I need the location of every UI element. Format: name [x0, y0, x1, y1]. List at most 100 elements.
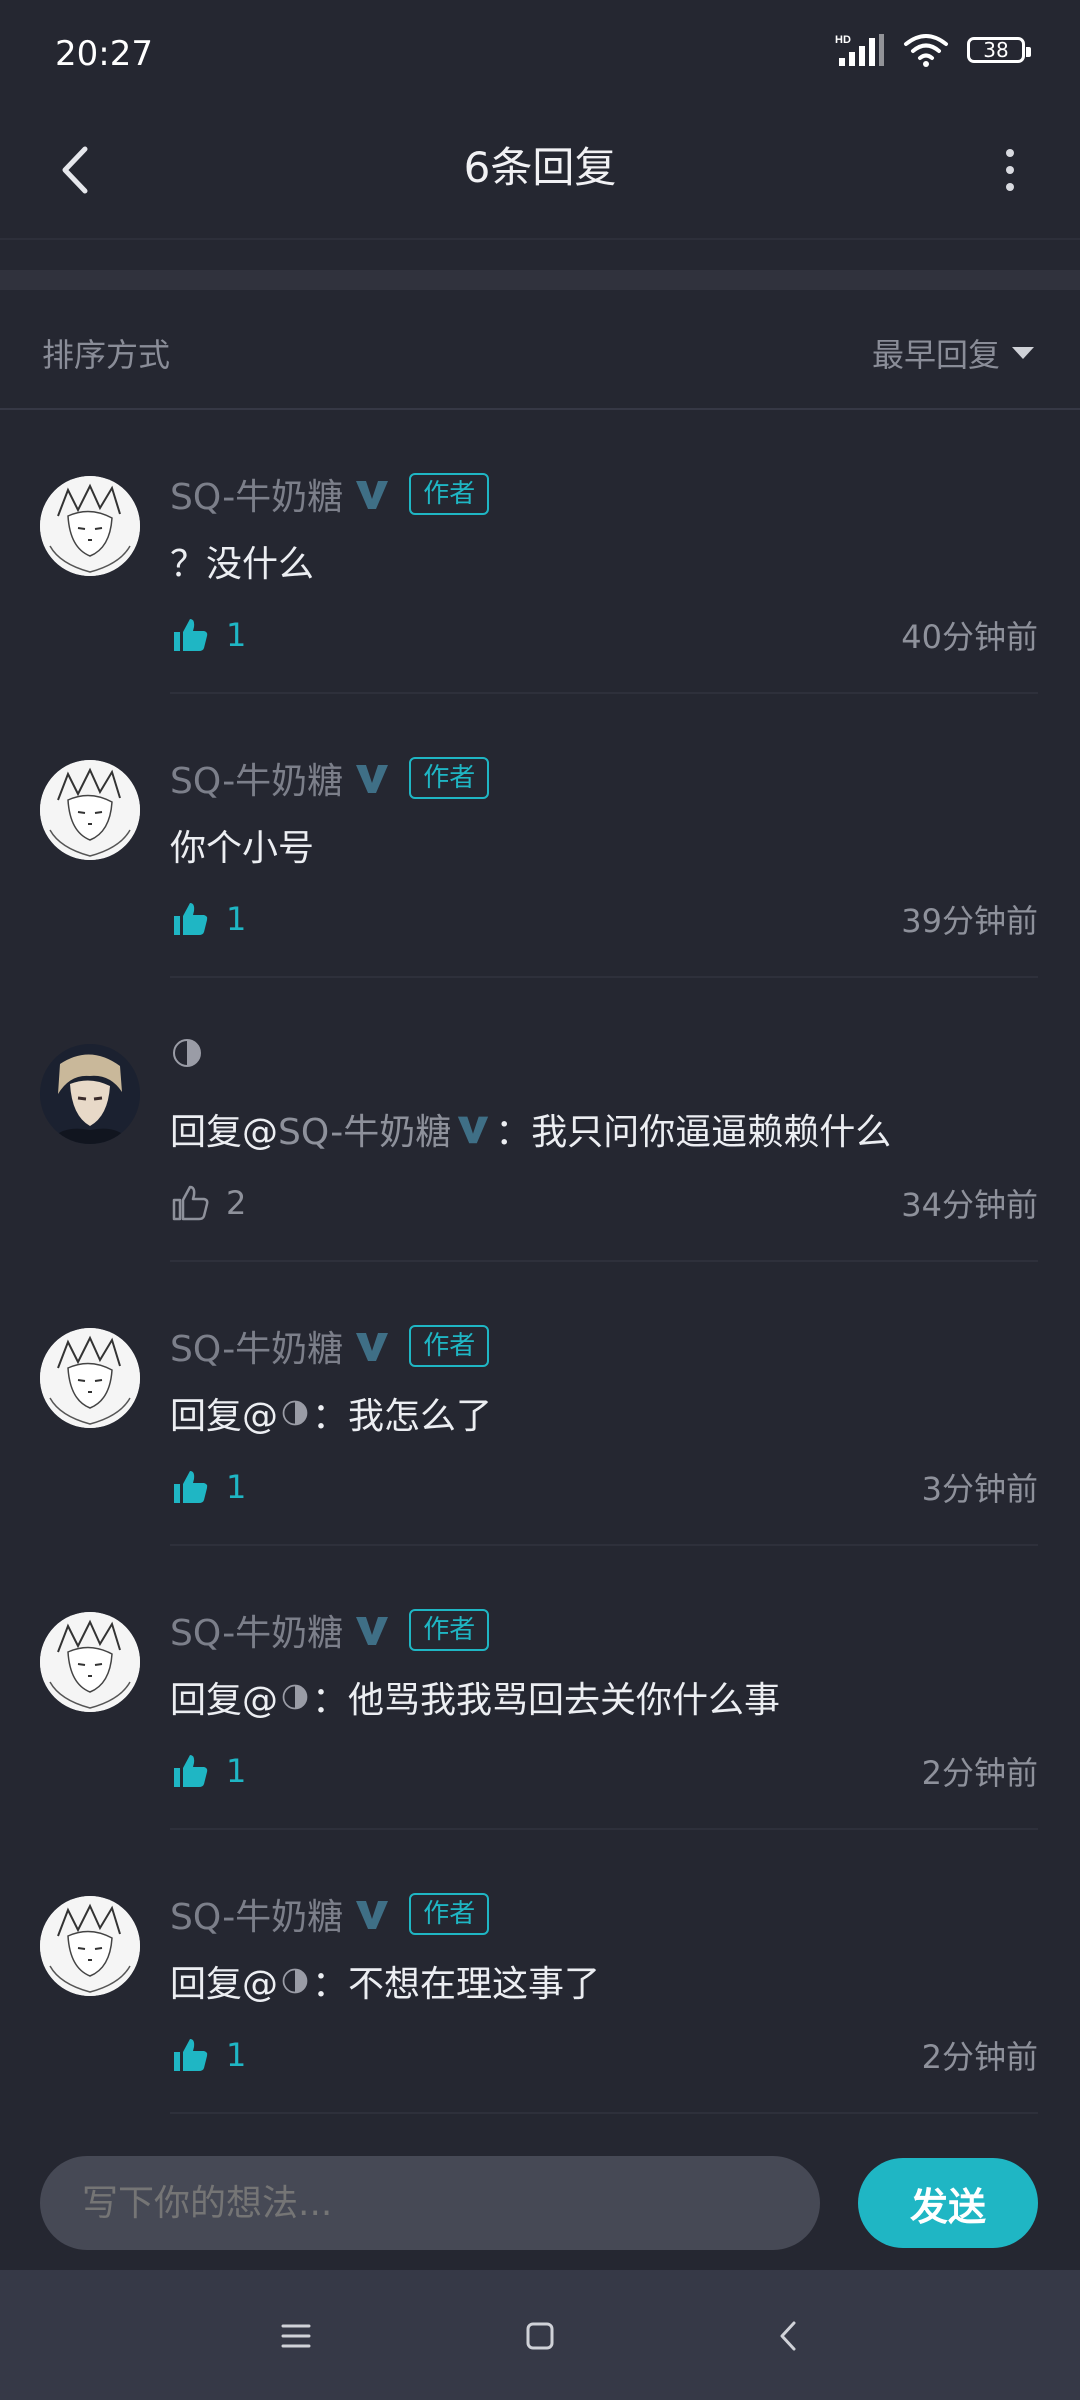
- reply-item: SQ-牛奶糖 作者 回复@ ： 不想在理这事了 1 2分钟前: [0, 1830, 1080, 2114]
- reply-time: 34分钟前: [901, 1186, 1038, 1224]
- reply-separator: ：: [495, 1112, 532, 1153]
- send-button[interactable]: 发送: [858, 2158, 1038, 2248]
- reply-prefix: 回复@: [170, 1112, 279, 1153]
- avatar[interactable]: [40, 1896, 140, 1996]
- reply-footer: 1 3分钟前: [170, 1462, 1038, 1512]
- like-count: 1: [226, 900, 247, 938]
- more-button[interactable]: [980, 134, 1040, 206]
- reply-content: ？没什么: [170, 544, 315, 585]
- name-row: SQ-牛奶糖 作者: [170, 752, 490, 804]
- verified-v-icon: [458, 1116, 489, 1144]
- reply-text: 我只问你逼逼赖赖什么: [531, 1112, 892, 1153]
- verified-v-icon: [356, 765, 389, 793]
- name-row: [170, 1036, 214, 1070]
- name-row: SQ-牛奶糖 作者: [170, 468, 490, 520]
- reply-footer: 2 34分钟前: [170, 1178, 1038, 1228]
- reply-target-symbol-icon[interactable]: [280, 1398, 310, 1428]
- reply-separator: ：: [312, 1680, 349, 1721]
- author-tag: 作者: [409, 1893, 490, 1935]
- comment-input[interactable]: [40, 2156, 820, 2250]
- sketch-portrait-image: [40, 1612, 140, 1712]
- username[interactable]: SQ-牛奶糖: [170, 1604, 343, 1656]
- avatar[interactable]: [40, 1612, 140, 1712]
- battery-level: 38: [983, 38, 1009, 62]
- author-tag: 作者: [409, 473, 490, 515]
- like-count: 1: [226, 1752, 247, 1790]
- title-bar: 6条回复: [0, 110, 1080, 238]
- like-button[interactable]: 1: [170, 899, 246, 939]
- menu-button[interactable]: [266, 2306, 326, 2366]
- author-tag: 作者: [409, 757, 490, 799]
- thumbs-up-icon: [174, 2039, 208, 2071]
- thumbs-up-icon: [174, 903, 208, 935]
- reply-target-symbol-icon[interactable]: [280, 1966, 310, 1996]
- username[interactable]: SQ-牛奶糖: [170, 1320, 343, 1372]
- sort-dropdown[interactable]: 最早回复: [872, 330, 1034, 376]
- menu-icon: [281, 2324, 311, 2348]
- thumbs-up-icon: [174, 619, 208, 651]
- reply-item: SQ-牛奶糖 作者 你个小号 1 39分钟前: [0, 694, 1080, 978]
- verified-v-icon: [356, 1617, 389, 1645]
- like-button[interactable]: 1: [170, 2035, 246, 2075]
- sketch-portrait-image: [40, 476, 140, 576]
- sort-selected-value: 最早回复: [871, 336, 1000, 374]
- reply-target[interactable]: SQ-牛奶糖: [278, 1103, 451, 1155]
- author-tag: 作者: [409, 1325, 490, 1367]
- username-symbol-icon[interactable]: [170, 1036, 204, 1070]
- reply-content: 回复@ ： 不想在理这事了: [170, 1955, 600, 2007]
- like-count: 1: [226, 1468, 247, 1506]
- reply-item: SQ-牛奶糖 作者 ？没什么 1 40分钟前: [0, 410, 1080, 694]
- reply-time: 2分钟前: [921, 2038, 1038, 2076]
- reply-text: 他骂我我骂回去关你什么事: [348, 1680, 781, 1721]
- reply-footer: 1 2分钟前: [170, 1746, 1038, 1796]
- verified-v-icon: [356, 481, 389, 509]
- comment-composer: 发送: [0, 2140, 1080, 2270]
- reply-target-symbol-icon[interactable]: [280, 1682, 310, 1712]
- reply-prefix: 回复@: [170, 1680, 279, 1721]
- thumbs-up-icon: [174, 1471, 208, 1503]
- avatar[interactable]: [40, 1328, 140, 1428]
- reply-list: SQ-牛奶糖 作者 ？没什么 1 40分钟前 SQ-牛奶糖 作者 你个小号 1 …: [0, 410, 1080, 2114]
- username[interactable]: SQ-牛奶糖: [170, 752, 343, 804]
- reply-prefix: 回复@: [170, 1964, 279, 2005]
- reply-item: 回复@ SQ-牛奶糖 ： 我只问你逼逼赖赖什么 2 34分钟前: [0, 978, 1080, 1262]
- status-bar: 20:27 HD 38: [0, 0, 1080, 110]
- reply-content: 回复@ SQ-牛奶糖 ： 我只问你逼逼赖赖什么: [170, 1103, 891, 1155]
- sort-label: 排序方式: [42, 336, 171, 374]
- author-tag: 作者: [409, 1609, 490, 1651]
- like-button[interactable]: 1: [170, 615, 246, 655]
- like-button[interactable]: 1: [170, 1751, 246, 1791]
- reply-content: 回复@ ： 我怎么了: [170, 1387, 492, 1439]
- caret-down-icon: [1012, 347, 1034, 359]
- system-nav-bar: [0, 2270, 1080, 2400]
- avatar[interactable]: [40, 476, 140, 576]
- reply-footer: 1 39分钟前: [170, 894, 1038, 944]
- more-vertical-icon: [1006, 149, 1014, 157]
- sketch-portrait-image: [40, 1328, 140, 1428]
- wifi-icon: [904, 34, 948, 67]
- sort-bar: 排序方式 最早回复: [0, 290, 1080, 410]
- reply-separator: ：: [312, 1964, 349, 2005]
- status-icons: HD 38: [833, 32, 1031, 68]
- back-arrow-icon: [780, 2321, 796, 2351]
- name-row: SQ-牛奶糖 作者: [170, 1604, 490, 1656]
- avatar[interactable]: [40, 1044, 140, 1144]
- like-button[interactable]: 2: [170, 1183, 246, 1223]
- verified-v-icon: [356, 1901, 389, 1929]
- reply-time: 40分钟前: [901, 618, 1038, 656]
- avatar[interactable]: [40, 760, 140, 860]
- network-label: HD: [835, 34, 851, 46]
- username[interactable]: SQ-牛奶糖: [170, 468, 343, 520]
- username[interactable]: SQ-牛奶糖: [170, 1888, 343, 1940]
- like-count: 1: [226, 2036, 247, 2074]
- anime-portrait-image: [40, 1044, 140, 1144]
- home-square-icon: [526, 2322, 554, 2350]
- reply-separator: ：: [312, 1396, 349, 1437]
- home-button[interactable]: [510, 2306, 570, 2366]
- section-divider: [0, 270, 1080, 290]
- like-button[interactable]: 1: [170, 1467, 246, 1507]
- reply-content: 你个小号: [170, 828, 315, 869]
- like-count: 1: [226, 616, 247, 654]
- system-back-button[interactable]: [758, 2306, 818, 2366]
- verified-v-icon: [356, 1333, 389, 1361]
